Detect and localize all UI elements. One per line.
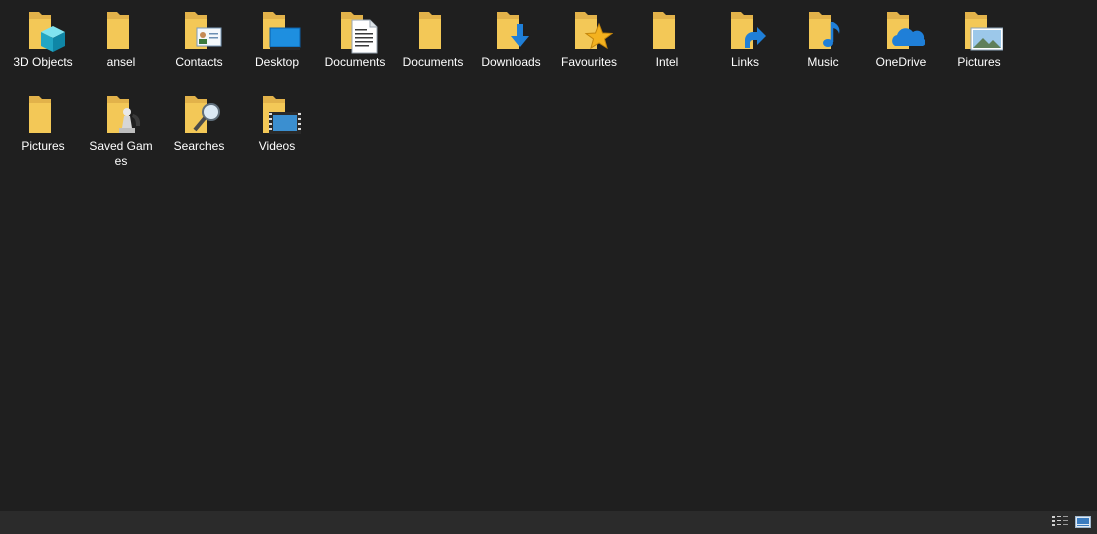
folder-item-onedrive[interactable]: OneDrive: [862, 6, 940, 90]
large-icons-view-icon[interactable]: [1075, 515, 1091, 529]
folder-item-contacts[interactable]: Contacts: [160, 6, 238, 90]
folder-icon: [643, 6, 691, 54]
links-icon: [721, 6, 769, 54]
folder-label: Desktop: [254, 55, 300, 69]
saved-games-icon: [97, 90, 145, 138]
folder-item-downloads[interactable]: Downloads: [472, 6, 550, 90]
details-view-icon[interactable]: [1052, 515, 1068, 529]
folder-label: Videos: [258, 139, 296, 153]
searches-icon: [175, 90, 223, 138]
folder-label: Documents: [324, 55, 386, 69]
favourites-icon: [565, 6, 613, 54]
folder-item-searches[interactable]: Searches: [160, 90, 238, 174]
folder-label: Documents: [402, 55, 464, 69]
status-bar: [0, 511, 1097, 534]
folder-label: Links: [730, 55, 759, 69]
folder-item-ansel[interactable]: ansel: [82, 6, 160, 90]
folder-label: Saved Games: [89, 139, 153, 168]
pictures-icon: [955, 6, 1003, 54]
folder-item-documents[interactable]: Documents: [316, 6, 394, 90]
folder-label: Searches: [173, 139, 225, 153]
videos-icon: [253, 90, 301, 138]
folder-item-music[interactable]: Music: [784, 6, 862, 90]
folder-icon: [409, 6, 457, 54]
folder-icon: [19, 90, 67, 138]
downloads-icon: [487, 6, 535, 54]
folder-label: Pictures: [21, 139, 65, 153]
folder-item-videos[interactable]: Videos: [238, 90, 316, 174]
contacts-icon: [175, 6, 223, 54]
folder-label: Favourites: [560, 55, 618, 69]
folder-item-favourites[interactable]: Favourites: [550, 6, 628, 90]
folder-label: Music: [807, 55, 839, 69]
folder-grid: 3D Objects ansel Contacts Desktop Docume…: [4, 6, 1094, 174]
3d-objects-icon: [19, 6, 67, 54]
documents-icon: [331, 6, 379, 54]
folder-item-intel[interactable]: Intel: [628, 6, 706, 90]
folder-label: Contacts: [175, 55, 223, 69]
folder-item-3d-objects[interactable]: 3D Objects: [4, 6, 82, 90]
folder-icon: [97, 6, 145, 54]
folder-item-desktop[interactable]: Desktop: [238, 6, 316, 90]
folder-label: ansel: [106, 55, 136, 69]
folder-item-pictures[interactable]: Pictures: [940, 6, 1018, 90]
onedrive-icon: [877, 6, 925, 54]
folder-label: 3D Objects: [13, 55, 73, 69]
folder-label: Downloads: [481, 55, 541, 69]
folder-label: OneDrive: [875, 55, 927, 69]
folder-item-pictures-2[interactable]: Pictures: [4, 90, 82, 174]
folder-item-saved-games[interactable]: Saved Games: [82, 90, 160, 174]
folder-item-documents-2[interactable]: Documents: [394, 6, 472, 90]
folder-label: Pictures: [957, 55, 1001, 69]
desktop-icon: [253, 6, 301, 54]
music-icon: [799, 6, 847, 54]
folder-item-links[interactable]: Links: [706, 6, 784, 90]
folder-label: Intel: [655, 55, 679, 69]
